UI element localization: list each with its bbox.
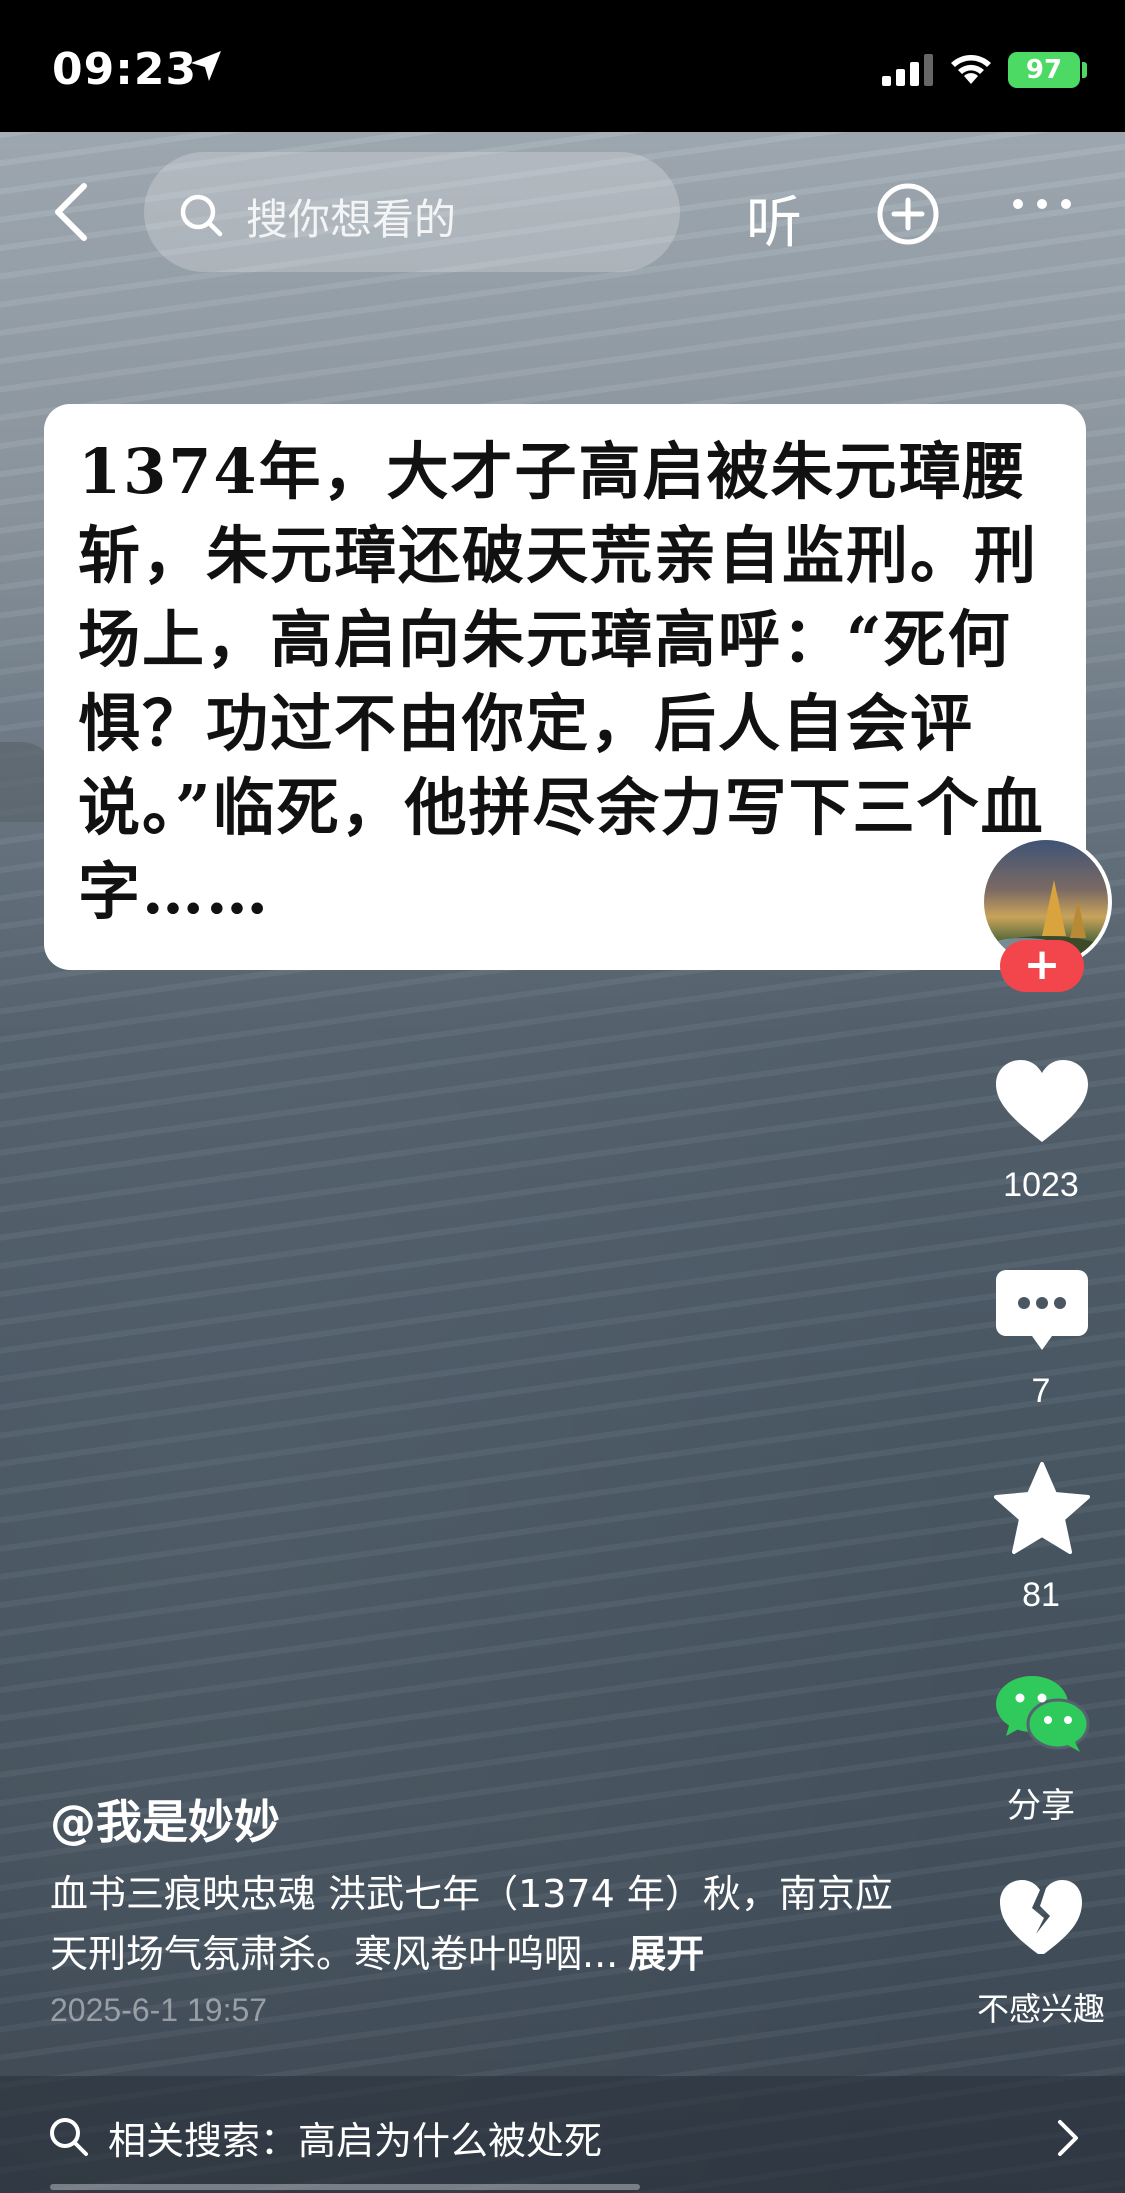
battery-indicator: 97 [1008,52,1080,88]
post-description: 血书三痕映忠魂 洪武七年（1374 年）秋，南京应天刑场气氛肃杀。寒风卷叶呜咽.… [50,1864,910,1984]
status-time: 09:23 [52,44,198,95]
author-name[interactable]: @我是妙妙 [50,1786,280,1852]
description-text: 血书三痕映忠魂 洪武七年（1374 年）秋，南京应天刑场气氛肃杀。寒风卷叶呜咽.… [50,1872,893,1976]
post-date: 2025-6-1 19:57 [50,1992,268,2028]
related-search-text[interactable]: 相关搜索：高启为什么被处死 [108,2110,602,2165]
follow-button[interactable]: + [1000,940,1084,992]
not-interested-label[interactable]: 不感兴趣 [956,1984,1125,2030]
video-progress-bar[interactable] [50,2184,640,2190]
caption-text: 1374年，大才子高启被朱元璋腰斩，朱元璋还破天荒亲自监刑。刑场上，高启向朱元璋… [78,435,1045,928]
back-arrow-icon[interactable] [48,180,92,244]
broken-heart-icon[interactable] [998,1878,1084,1958]
location-arrow-icon [191,51,221,81]
expand-link[interactable]: 展开 [618,1932,704,1976]
favorite-star-icon[interactable] [992,1460,1092,1556]
search-placeholder[interactable]: 搜你想看的 [246,186,456,247]
add-circle-icon[interactable] [876,182,940,246]
favorite-count: 81 [1022,1576,1060,1614]
comment-count: 7 [1031,1372,1051,1410]
wechat-share-icon[interactable] [994,1674,1090,1754]
more-options-icon[interactable] [1010,196,1074,212]
like-count: 1023 [1003,1166,1079,1204]
like-heart-icon[interactable] [994,1058,1090,1146]
comment-bubble-icon[interactable] [994,1268,1090,1354]
chevron-right-icon[interactable] [1056,2118,1080,2158]
share-label[interactable]: 分享 [961,1778,1121,1827]
wifi-icon [951,55,991,84]
cellular-signal-icon [882,54,933,86]
search-icon [180,194,223,237]
listen-button[interactable]: 听 [746,178,802,259]
battery-tip [1082,62,1087,78]
search-icon [50,2118,88,2156]
caption-card: 1374年，大才子高启被朱元璋腰斩，朱元璋还破天荒亲自监刑。刑场上，高启向朱元璋… [44,404,1086,970]
